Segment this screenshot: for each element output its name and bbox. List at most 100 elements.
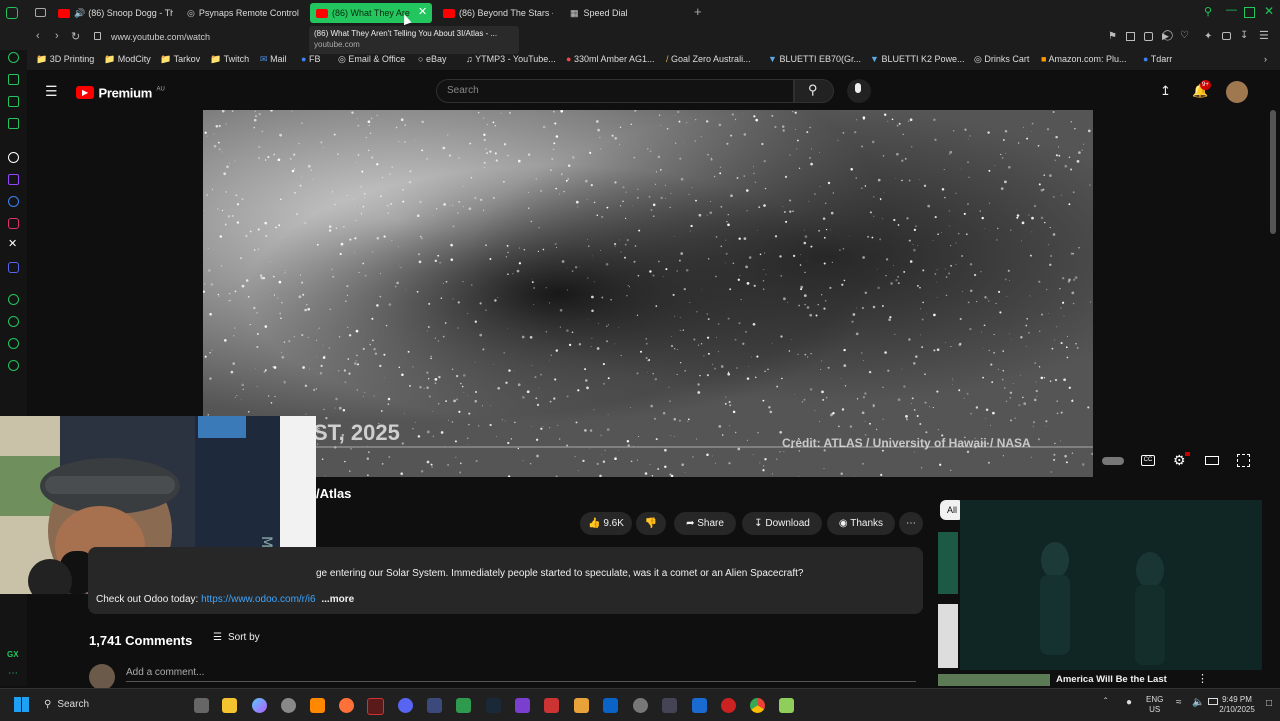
chrome-alt-icon[interactable] (281, 698, 296, 713)
language-indicator[interactable]: ENGUS (1146, 695, 1163, 715)
search-icon[interactable]: ⚲ (1204, 5, 1212, 18)
maximize-icon[interactable] (1244, 7, 1255, 18)
share-button[interactable]: ➦ Share (674, 512, 736, 535)
bookmark-bluetti-eb70[interactable]: ▼ BLUETTI EB70(Gr... (768, 54, 861, 64)
app-icon-8[interactable] (692, 698, 707, 713)
tab-psynaps[interactable]: ◎Psynaps Remote Control (187, 3, 302, 23)
tab-what-they-arent[interactable]: (86) What They Are (310, 3, 432, 23)
taskbar-search[interactable]: ⚲Search (36, 694, 186, 716)
settings-icon[interactable]: ⚙ (1173, 452, 1186, 469)
bookmark-amazon[interactable]: ■ Amazon.com: Plu... (1041, 54, 1126, 64)
theater-mode-icon[interactable] (1205, 456, 1219, 465)
close-window-icon[interactable]: ✕ (1264, 4, 1274, 18)
download-button[interactable]: ↧ Download (742, 512, 822, 535)
sidebar-gx-icon[interactable]: GX (7, 650, 19, 659)
tab-list-icon[interactable] (35, 8, 46, 17)
youtube-logo[interactable]: ▶ Premium AU (76, 84, 165, 102)
bookmark-modcity[interactable]: 📁 ModCity (104, 54, 151, 65)
firefox-icon[interactable] (339, 698, 354, 713)
avatar[interactable] (1226, 81, 1248, 103)
screenshot-icon[interactable] (1126, 32, 1135, 41)
odoo-link[interactable]: https://www.odoo.com/r/i6 (201, 594, 316, 605)
chrome-icon[interactable] (750, 698, 765, 713)
bookmark-ebay[interactable]: ○ eBay (418, 54, 446, 64)
sidebar-settings-icon[interactable] (8, 360, 19, 371)
menu-icon[interactable]: ☰ (1259, 29, 1269, 42)
app-icon-3[interactable] (515, 698, 530, 713)
outlook-icon[interactable] (603, 698, 618, 713)
bookmark-ytmp3[interactable]: ♫ YTMP3 - YouTube... (466, 54, 556, 64)
url-field[interactable]: www.youtube.com/watch (111, 32, 210, 42)
sidebar-more-icon[interactable]: ⋯ (8, 668, 18, 679)
bookmark-bluetti-k2[interactable]: ▼ BLUETTI K2 Powe... (870, 54, 964, 64)
close-tab-icon[interactable]: ✕ (418, 5, 427, 18)
extensions-icon[interactable]: ✦ (1204, 31, 1212, 42)
sort-by-button[interactable]: ☰Sort by (213, 632, 260, 643)
bookmark-fb[interactable]: ● FB (301, 54, 320, 64)
bookmarks-overflow-icon[interactable]: › (1264, 54, 1267, 64)
pin-icon[interactable] (1144, 32, 1153, 41)
subtitles-icon[interactable]: CC (1141, 455, 1155, 466)
sidebar-player-icon[interactable] (8, 294, 19, 305)
back-icon[interactable]: ‹ (36, 30, 40, 42)
bookmark-tarkov[interactable]: 📁 Tarkov (160, 54, 200, 65)
app-icon-7[interactable] (662, 698, 677, 713)
show-more-link[interactable]: ...more (321, 594, 354, 605)
sidebar-x-icon[interactable]: ✕ (8, 237, 17, 250)
app-icon-4[interactable] (544, 698, 559, 713)
miniplayer[interactable] (960, 500, 1262, 670)
side-video-more-icon[interactable]: ⋮ (1197, 672, 1208, 685)
sidebar-discord-icon[interactable] (8, 262, 19, 273)
tab-speed-dial[interactable]: ▦Speed Dial (570, 3, 670, 23)
notepad-icon[interactable] (779, 698, 794, 713)
task-view-icon[interactable] (194, 698, 209, 713)
bookmark-tdarr[interactable]: ● Tdarr (1143, 54, 1172, 64)
app-icon-5[interactable] (574, 698, 589, 713)
wifi-icon[interactable]: ≈ (1176, 697, 1182, 708)
related-thumb-1[interactable] (938, 532, 958, 594)
download-icon[interactable]: ↧ (1240, 30, 1248, 41)
related-thumb-2[interactable] (938, 604, 958, 668)
discord-icon[interactable] (398, 698, 413, 713)
app-icon-6[interactable] (633, 698, 648, 713)
reload-icon[interactable]: ↻ (71, 30, 80, 43)
sidebar-tiktok-icon[interactable] (8, 152, 19, 163)
volume-icon[interactable]: 🔈 (1192, 697, 1204, 708)
sidebar-notes-icon[interactable] (8, 118, 19, 129)
progress-bar[interactable] (203, 446, 1093, 448)
fullscreen-icon[interactable] (1237, 454, 1250, 467)
wallet-icon[interactable] (1222, 32, 1231, 40)
windows-start-icon[interactable] (14, 697, 29, 712)
page-scrollbar[interactable] (1270, 110, 1276, 234)
search-input[interactable]: Search (436, 79, 794, 103)
description-box[interactable]: ge entering our Solar System. Immediatel… (88, 547, 923, 614)
opera-gx-icon[interactable] (367, 698, 384, 715)
clock[interactable]: 9:49 PM2/10/2025 (1212, 695, 1262, 715)
tray-mic-icon[interactable]: ● (1126, 697, 1132, 708)
bookmark-twitch[interactable]: 📁 Twitch (210, 54, 249, 65)
tab-snoop-dogg[interactable]: 🔊(86) Snoop Dogg - Th (58, 3, 173, 23)
tab-beyond-the-stars[interactable]: (86) Beyond The Stars - (443, 3, 553, 23)
copilot-icon[interactable] (252, 698, 267, 713)
bookmark-mail[interactable]: ✉ Mail (260, 54, 287, 65)
like-button[interactable]: 👍 9.6K (580, 512, 632, 535)
sidebar-instagram-icon[interactable] (8, 218, 19, 229)
sidebar-bookmarks-icon[interactable] (8, 74, 19, 85)
sidebar-clock-icon[interactable] (8, 316, 19, 327)
forward-icon[interactable]: › (55, 30, 59, 42)
voice-search-button[interactable] (847, 79, 871, 103)
workspaces-icon[interactable] (6, 7, 18, 19)
bookmark-drinks-cart[interactable]: ◎ Drinks Cart (974, 54, 1029, 65)
upload-icon[interactable]: ↥ (1160, 83, 1171, 99)
search-button[interactable]: ⚲ (794, 79, 834, 103)
vlc-icon[interactable] (310, 698, 325, 713)
more-actions-button[interactable]: ⋯ (899, 512, 923, 535)
minimize-icon[interactable]: — (1226, 4, 1237, 16)
app-icon-2[interactable] (456, 698, 471, 713)
thanks-button[interactable]: ◉ Thanks (827, 512, 895, 535)
sidebar-downloads-icon[interactable] (8, 96, 19, 107)
bookmark-amber[interactable]: ● 330ml Amber AG1... (566, 54, 655, 64)
side-video-title[interactable]: America Will Be the Last (1056, 674, 1167, 685)
add-comment-input[interactable]: Add a comment... (126, 667, 916, 682)
bookmark-goal-zero[interactable]: / Goal Zero Australi... (666, 54, 751, 64)
